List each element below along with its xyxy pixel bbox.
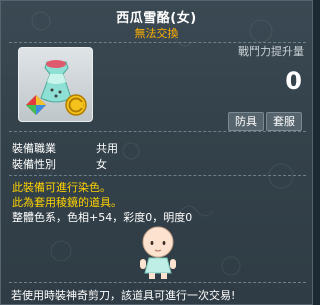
- divider: [9, 282, 306, 283]
- tag-armor: 防具: [228, 112, 264, 131]
- character-preview: [140, 226, 176, 279]
- divider: [9, 131, 306, 132]
- prism-notice: 此為套用稜鏡的道具。: [12, 196, 122, 209]
- trade-status: 無法交換: [134, 27, 179, 40]
- info-value: 女: [96, 158, 107, 171]
- info-row-job: 裝備職業 共用: [12, 140, 118, 156]
- info-label: 裝備性別: [12, 158, 56, 171]
- dye-notice: 此裝備可進行染色。: [12, 181, 111, 194]
- item-tooltip: 西瓜雪酪(女) 無法交換 戰鬥力提升量 0 防具 套服 裝備職業 共用 裝備性別…: [0, 0, 313, 305]
- cash-coin-icon: [65, 94, 87, 116]
- info-value: 共用: [96, 142, 118, 155]
- info-label: 裝備職業: [12, 142, 56, 155]
- item-name: 西瓜雪酪(女): [116, 11, 197, 26]
- tag-set: 套服: [266, 112, 302, 131]
- footer-note: 若使用時裝神奇剪刀，該道具可進行一次交易!: [11, 289, 236, 302]
- item-icon-frame: [18, 47, 93, 122]
- dye-info: 整體色系，色相+54，彩度0，明度0: [12, 211, 193, 224]
- divider: [9, 175, 306, 176]
- prism-badge-icon: [26, 95, 46, 115]
- combat-power-label: 戰鬥力提升量: [238, 45, 304, 58]
- info-row-gender: 裝備性別 女: [12, 156, 107, 172]
- combat-power-value: 0: [285, 67, 302, 95]
